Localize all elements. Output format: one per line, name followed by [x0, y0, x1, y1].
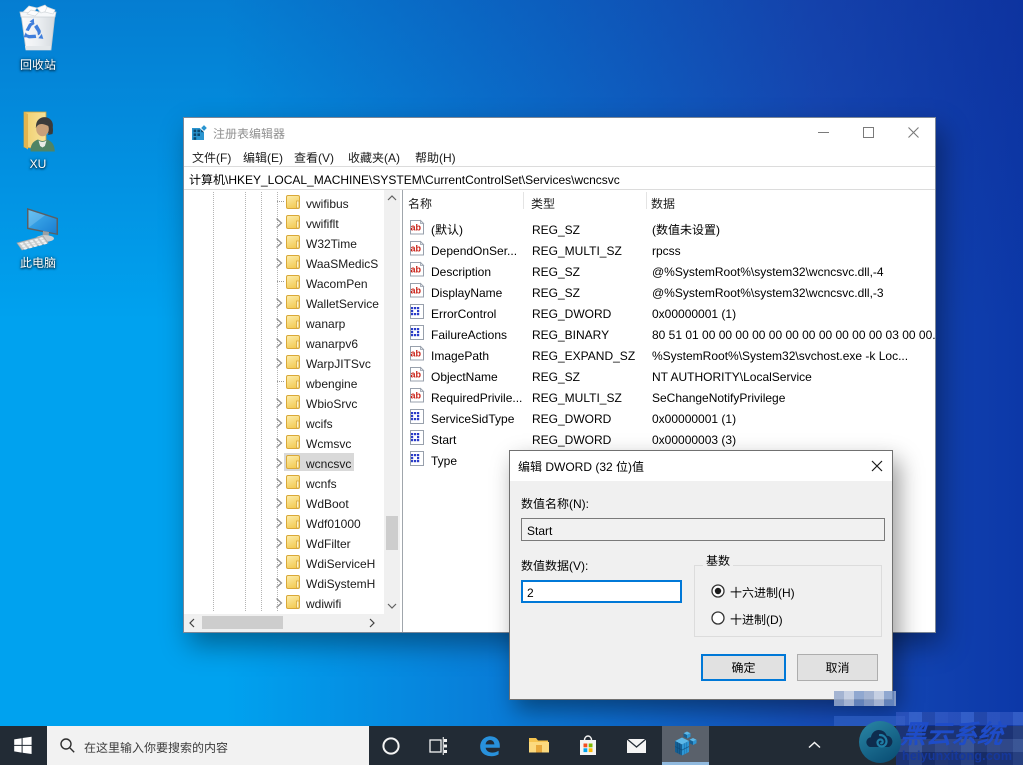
svg-text:ab: ab [411, 286, 422, 296]
svg-text:ab: ab [411, 223, 422, 233]
svg-text:ab: ab [411, 391, 422, 401]
svg-text:ab: ab [411, 370, 422, 380]
svg-text:ab: ab [411, 244, 422, 254]
svg-text:ab: ab [411, 349, 422, 359]
svg-text:ab: ab [411, 265, 422, 275]
